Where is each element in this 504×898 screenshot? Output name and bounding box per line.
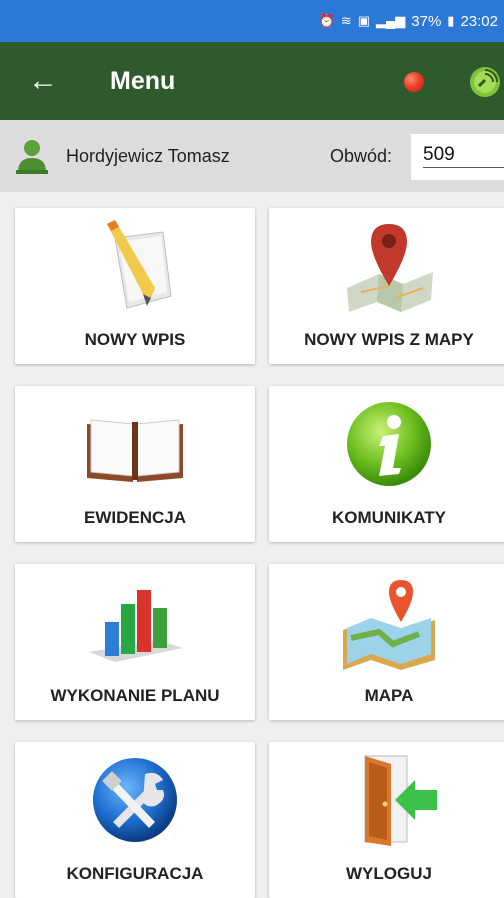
tile-label: MAPA (364, 686, 414, 705)
tile-label: KONFIGURACJA (66, 864, 204, 883)
district-input[interactable]: 509 (411, 134, 504, 180)
tile-mapa[interactable]: MAPA (269, 564, 504, 720)
tile-wykonanie-planu[interactable]: WYKONANIE PLANU (15, 564, 255, 720)
info-icon (347, 402, 431, 486)
alarm-icon: ⏰ (318, 13, 335, 28)
app-bar: ← Menu (0, 42, 504, 120)
signal-icon: ▂▄▆ (376, 13, 406, 28)
tile-label: NOWY WPIS (84, 330, 186, 349)
open-book-icon (87, 419, 183, 482)
back-arrow-icon[interactable]: ← (28, 66, 70, 96)
battery-icon: ▮ (447, 13, 455, 28)
tools-icon (93, 758, 177, 842)
gps-signal-icon[interactable] (466, 64, 504, 100)
tile-label: KOMUNIKATY (332, 508, 446, 527)
wifi-icon: ≋ (340, 13, 352, 28)
status-bar: ⏰ ≋ ▣ ▂▄▆ 37% ▮ 23:02 (0, 0, 504, 42)
cast-icon: ▣ (357, 13, 371, 28)
map-pin-icon (347, 224, 433, 312)
tile-wyloguj[interactable]: WYLOGUJ (269, 742, 504, 898)
tile-ewidencja[interactable]: EWIDENCJA (15, 386, 255, 542)
tile-label: NOWY WPIS Z MAPY (304, 330, 474, 349)
tile-label: WYLOGUJ (346, 864, 432, 883)
tile-label: WYKONANIE PLANU (50, 686, 220, 705)
tile-nowy-wpis[interactable]: NOWY WPIS (15, 208, 255, 364)
page-title: Menu (110, 66, 176, 95)
clock: 23:02 (460, 12, 498, 30)
pencil-paper-icon (107, 220, 172, 309)
tile-label: EWIDENCJA (83, 508, 186, 527)
user-name: Hordyjewicz Tomasz (66, 146, 230, 166)
battery-percent: 37% (411, 12, 442, 30)
folded-map-icon (343, 580, 435, 670)
district-label: Obwód: (330, 146, 393, 166)
tile-nowy-wpis-z-mapy[interactable]: NOWY WPIS Z MAPY (269, 208, 504, 364)
bar-chart-icon (89, 590, 183, 662)
user-icon (16, 140, 48, 174)
logout-door-icon (364, 755, 437, 846)
recording-status-icon (404, 72, 424, 92)
tile-konfiguracja[interactable]: KONFIGURACJA (15, 742, 255, 898)
user-bar: Hordyjewicz Tomasz Obwód: 509 (0, 120, 504, 192)
tile-komunikaty[interactable]: KOMUNIKATY (269, 386, 504, 542)
